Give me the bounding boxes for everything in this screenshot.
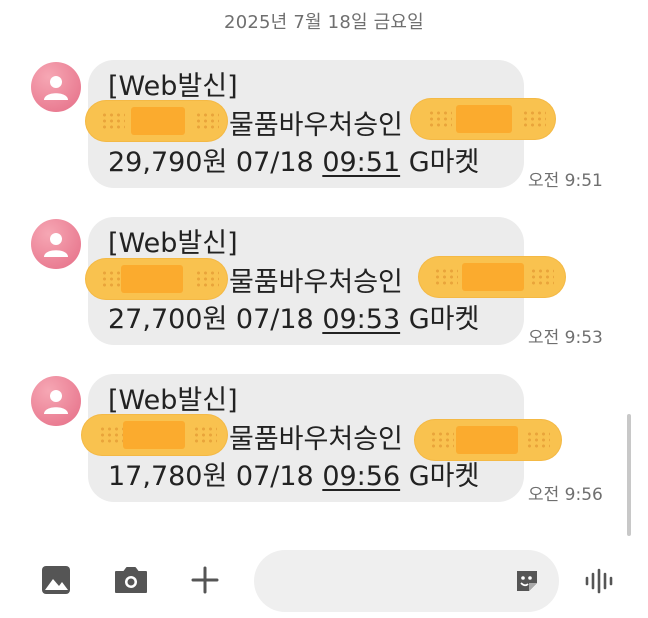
message-timestamp: 오전 9:56 (528, 485, 603, 505)
message-timestamp: 오전 9:53 (528, 328, 603, 348)
message-merchant: G마켓 (408, 147, 480, 178)
message-input-field[interactable] (254, 550, 559, 612)
redaction-bandage (418, 256, 566, 298)
message-row: [Web발신] 물품바우처승인 17,780원 07/18 09:56 G마켓 … (0, 374, 648, 506)
message-input[interactable] (276, 562, 510, 602)
avatar[interactable] (31, 376, 81, 426)
message-header: [Web발신] (108, 71, 238, 102)
message-time-link[interactable]: 09:56 (322, 461, 400, 492)
redaction-bandage (85, 258, 228, 300)
message-amount: 29,790원 07/18 (108, 147, 314, 178)
redaction-bandage (81, 414, 228, 456)
redaction-bandage (410, 98, 556, 140)
message-merchant: G마켓 (408, 461, 480, 492)
gallery-icon[interactable] (40, 564, 72, 600)
message-header: [Web발신] (108, 385, 238, 416)
message-time-link[interactable]: 09:51 (322, 147, 400, 178)
message-line2: 물품바우처승인 (229, 110, 403, 141)
person-icon (44, 76, 68, 100)
message-line2: 물품바우처승인 (229, 424, 403, 455)
avatar[interactable] (31, 62, 81, 112)
date-header: 2025년 7월 18일 금요일 (224, 12, 424, 33)
composer-bar (0, 548, 648, 618)
message-bubble[interactable]: [Web발신] 물품바우처승인 17,780원 07/18 09:56 G마켓 (81, 374, 562, 502)
message-line3: 27,700원 07/18 09:53 G마켓 (108, 303, 479, 337)
message-timestamp: 오전 9:51 (528, 171, 603, 191)
message-amount: 17,780원 07/18 (108, 461, 314, 492)
message-line2: 물품바우처승인 (229, 267, 403, 298)
message-line3: 29,790원 07/18 09:51 G마켓 (108, 146, 479, 180)
scrollbar[interactable] (627, 414, 631, 536)
avatar[interactable] (31, 219, 81, 269)
camera-icon[interactable] (113, 565, 149, 599)
plus-icon[interactable] (190, 565, 220, 599)
sticker-icon[interactable] (514, 568, 540, 598)
person-icon (44, 390, 68, 414)
message-bubble[interactable]: [Web발신] 물품바우처승인 27,700원 07/18 09:53 G마켓 (85, 217, 566, 345)
voice-icon[interactable] (584, 568, 616, 598)
redaction-bandage (85, 100, 228, 142)
message-time-link[interactable]: 09:53 (322, 304, 400, 335)
message-amount: 27,700원 07/18 (108, 304, 314, 335)
message-row: [Web발신] 물품바우처승인 27,700원 07/18 09:53 G마켓 … (0, 217, 648, 349)
message-line3: 17,780원 07/18 09:56 G마켓 (108, 460, 479, 494)
redaction-bandage (414, 419, 562, 461)
message-bubble[interactable]: [Web발신] 물품바우처승인 29,790원 07/18 09:51 G마켓 (85, 60, 556, 188)
person-icon (44, 233, 68, 257)
message-row: [Web발신] 물품바우처승인 29,790원 07/18 09:51 G마켓 … (0, 60, 648, 192)
message-header: [Web발신] (108, 228, 238, 259)
message-merchant: G마켓 (408, 304, 480, 335)
